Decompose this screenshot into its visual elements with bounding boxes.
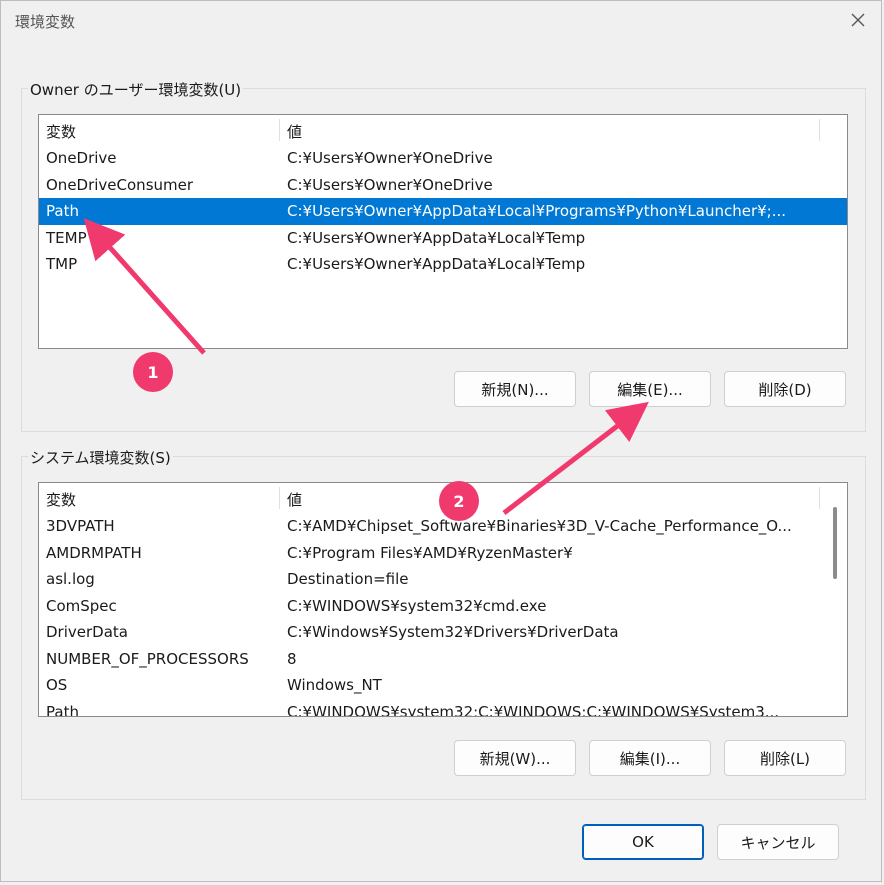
list-item[interactable]: NUMBER_OF_PROCESSORS 8: [39, 646, 847, 673]
user-edit-button[interactable]: 編集(E)...: [589, 371, 711, 407]
environment-variables-dialog: 環境変数 Owner のユーザー環境変数(U) 変数 値 OneDrive C:…: [0, 0, 882, 882]
list-item[interactable]: TEMP C:¥Users¥Owner¥AppData¥Local¥Temp: [39, 225, 847, 252]
variable-value: C:¥Users¥Owner¥OneDrive: [287, 149, 493, 167]
variable-name: ComSpec: [46, 596, 117, 615]
variable-name: OS: [46, 676, 68, 694]
annotation-badge-1: 1: [133, 352, 173, 392]
variable-value: C:¥Users¥Owner¥AppData¥Local¥Programs¥Py…: [287, 202, 787, 220]
variable-value: C:¥WINDOWS¥system32¥cmd.exe: [287, 596, 547, 615]
list-item[interactable]: AMDRMPATH C:¥Program Files¥AMD¥RyzenMast…: [39, 540, 847, 567]
ok-button[interactable]: OK: [582, 824, 704, 860]
variable-name: Path: [46, 202, 79, 220]
variable-value: C:¥Users¥Owner¥OneDrive: [287, 175, 493, 194]
user-delete-button[interactable]: 削除(D): [724, 371, 846, 407]
variable-value: 8: [287, 649, 297, 668]
variable-name: asl.log: [46, 570, 95, 588]
column-header-value[interactable]: 値: [287, 121, 302, 142]
column-separator: [279, 119, 280, 141]
variable-name: DriverData: [46, 623, 128, 641]
variable-name: 3DVPATH: [46, 517, 115, 535]
scrollbar-thumb[interactable]: [833, 507, 837, 579]
variable-value: C:¥Windows¥System32¥Drivers¥DriverData: [287, 623, 619, 641]
list-item-selected[interactable]: Path C:¥Users¥Owner¥AppData¥Local¥Progra…: [39, 198, 847, 225]
user-vars-list[interactable]: 変数 値 OneDrive C:¥Users¥Owner¥OneDrive On…: [38, 114, 848, 349]
list-item[interactable]: 3DVPATH C:¥AMD¥Chipset_Software¥Binaries…: [39, 513, 847, 540]
column-separator: [279, 487, 280, 509]
variable-value: C:¥WINDOWS¥system32;C:¥WINDOWS;C:¥WINDOW…: [287, 702, 780, 717]
system-vars-group-label: システム環境変数(S): [28, 447, 173, 468]
variable-value: C:¥Users¥Owner¥AppData¥Local¥Temp: [287, 255, 586, 273]
list-item[interactable]: Path C:¥WINDOWS¥system32;C:¥WINDOWS;C:¥W…: [39, 699, 847, 717]
variable-name: OneDrive: [46, 149, 117, 167]
column-separator: [819, 119, 820, 141]
column-separator: [819, 487, 820, 509]
list-item[interactable]: TMP C:¥Users¥Owner¥AppData¥Local¥Temp: [39, 251, 847, 278]
title-bar: 環境変数: [1, 1, 881, 41]
list-item[interactable]: asl.log Destination=file: [39, 566, 847, 593]
variable-value: C:¥Users¥Owner¥AppData¥Local¥Temp: [287, 228, 586, 247]
variable-name: TMP: [46, 255, 78, 273]
variable-name: Path: [46, 702, 79, 717]
system-new-button[interactable]: 新規(W)...: [454, 740, 576, 776]
variable-value: Destination=file: [287, 570, 409, 588]
column-header-variable[interactable]: 変数: [46, 121, 76, 142]
cancel-button[interactable]: キャンセル: [717, 824, 839, 860]
close-button[interactable]: [841, 5, 875, 39]
list-item[interactable]: DriverData C:¥Windows¥System32¥Drivers¥D…: [39, 619, 847, 646]
column-header-value[interactable]: 値: [287, 489, 302, 510]
list-item[interactable]: ComSpec C:¥WINDOWS¥system32¥cmd.exe: [39, 593, 847, 620]
close-icon: [849, 11, 867, 33]
list-item[interactable]: OneDrive C:¥Users¥Owner¥OneDrive: [39, 145, 847, 172]
variable-value: C:¥AMD¥Chipset_Software¥Binaries¥3D_V-Ca…: [287, 517, 792, 535]
window-title: 環境変数: [15, 13, 76, 31]
user-new-button[interactable]: 新規(N)...: [454, 371, 576, 407]
list-item[interactable]: OneDriveConsumer C:¥Users¥Owner¥OneDrive: [39, 172, 847, 199]
system-edit-button[interactable]: 編集(I)...: [589, 740, 711, 776]
variable-name: TEMP: [46, 228, 87, 247]
user-vars-group-label: Owner のユーザー環境変数(U): [28, 79, 244, 100]
list-item[interactable]: OS Windows_NT: [39, 672, 847, 699]
column-header-variable[interactable]: 変数: [46, 489, 76, 510]
annotation-badge-2: 2: [439, 481, 479, 521]
variable-name: OneDriveConsumer: [46, 175, 194, 194]
variable-value: Windows_NT: [287, 676, 382, 694]
system-vars-list[interactable]: 変数 値 3DVPATH C:¥AMD¥Chipset_Software¥Bin…: [38, 482, 848, 717]
variable-name: AMDRMPATH: [46, 543, 142, 562]
variable-name: NUMBER_OF_PROCESSORS: [46, 649, 249, 668]
variable-value: C:¥Program Files¥AMD¥RyzenMaster¥: [287, 543, 573, 562]
user-vars-list-header: 変数 値: [39, 115, 847, 145]
system-delete-button[interactable]: 削除(L): [724, 740, 846, 776]
